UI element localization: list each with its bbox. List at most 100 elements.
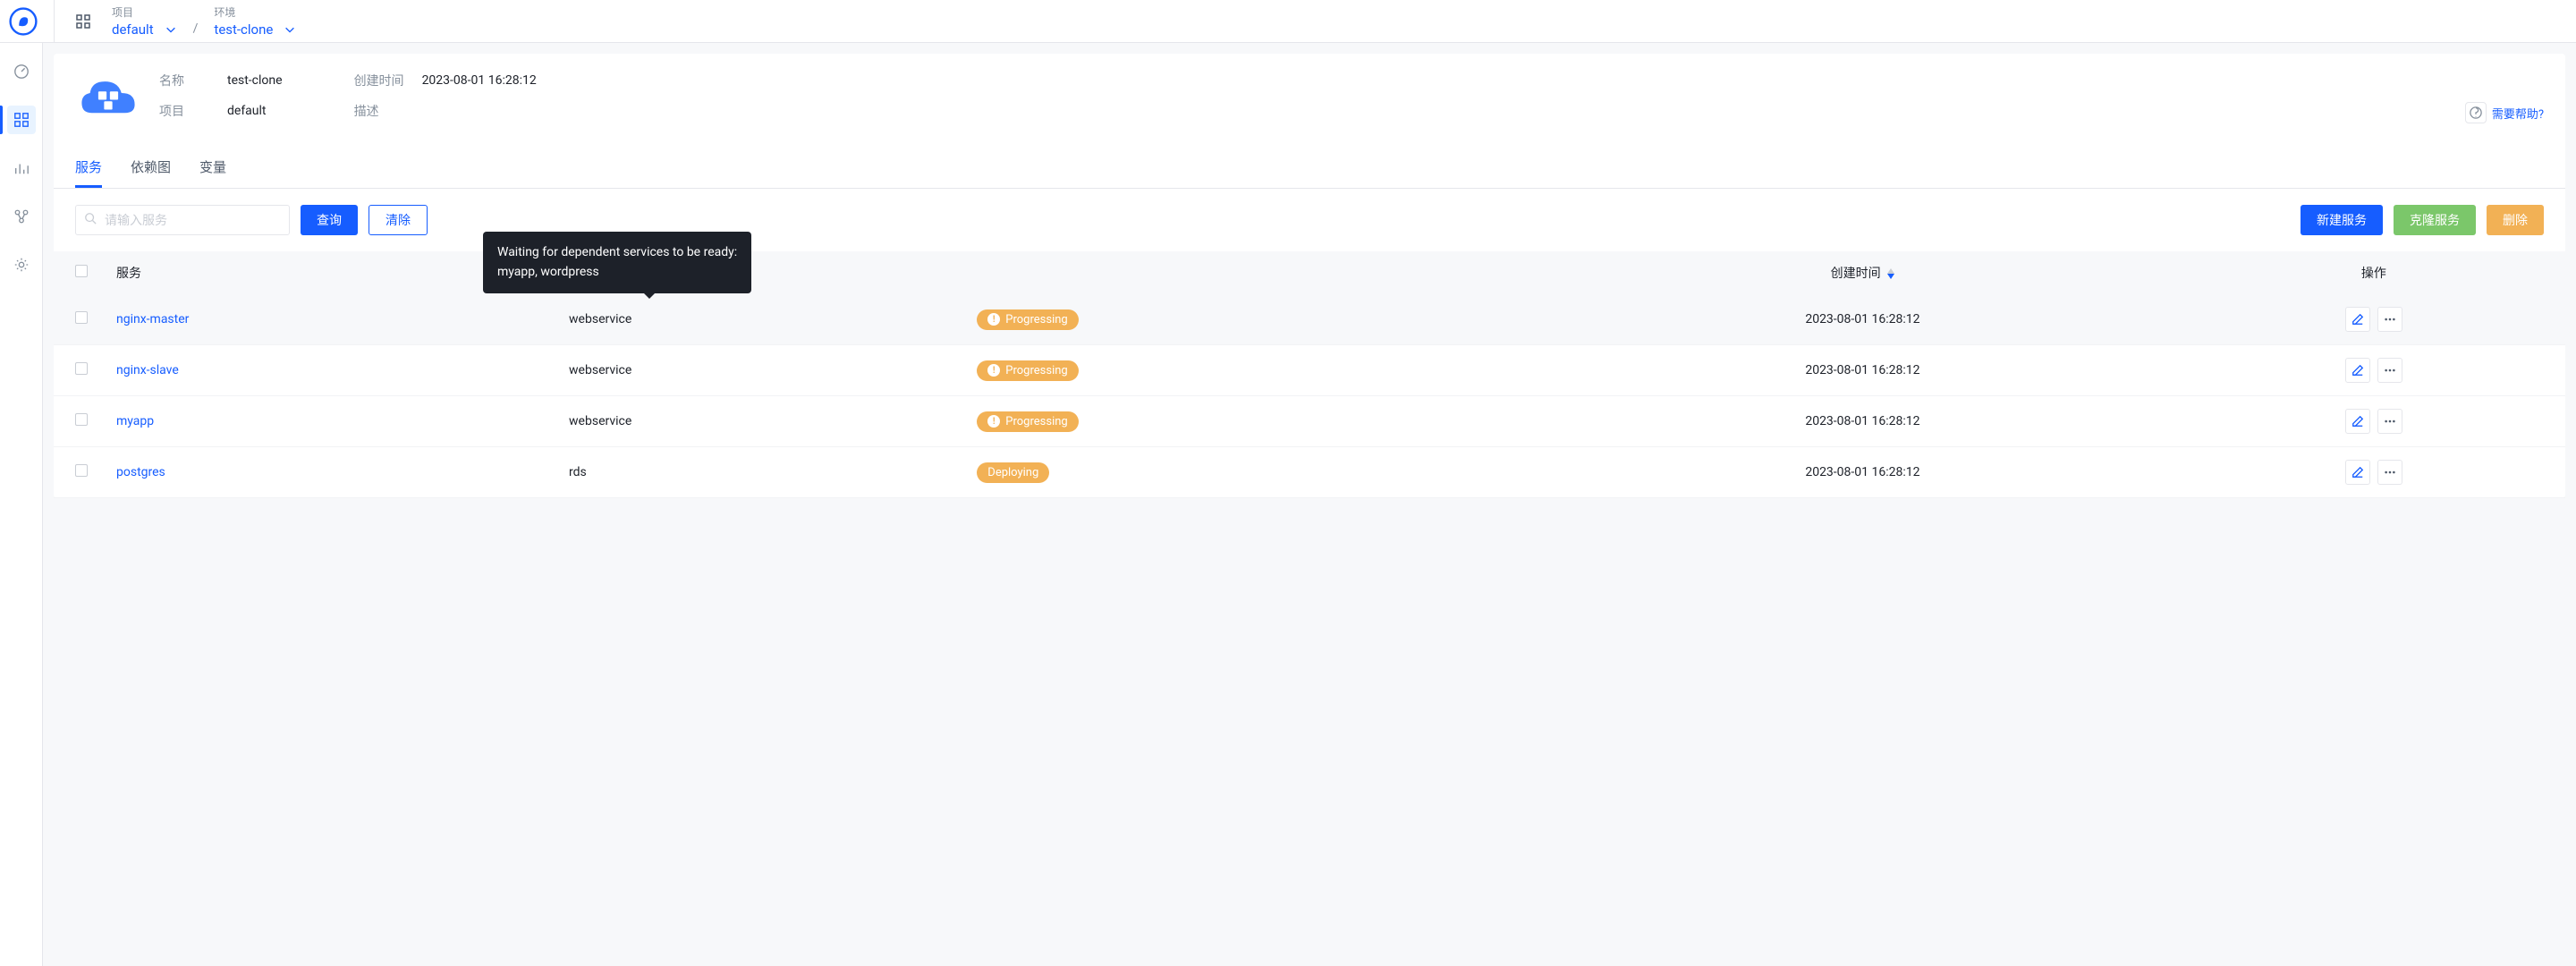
- new-service-button[interactable]: 新建服务: [2301, 205, 2383, 235]
- table-row: postgresrdsDeploying2023-08-01 16:28:12: [54, 447, 2565, 498]
- more-button[interactable]: [2377, 460, 2402, 485]
- td-template: webservice: [555, 294, 962, 345]
- more-button[interactable]: [2377, 409, 2402, 434]
- th-status: [962, 251, 1543, 294]
- select-all-checkbox[interactable]: [75, 265, 88, 277]
- edit-button[interactable]: [2345, 460, 2370, 485]
- sidebar: [0, 43, 43, 966]
- td-status: !Progressing: [962, 294, 1543, 345]
- table-row: nginx-masterwebservice!Progressing2023-0…: [54, 294, 2565, 345]
- status-text: Progressing: [1005, 364, 1067, 377]
- edit-button[interactable]: [2345, 307, 2370, 332]
- more-button[interactable]: [2377, 307, 2402, 332]
- env-name-label: 名称: [159, 72, 209, 89]
- row-checkbox[interactable]: [75, 413, 88, 426]
- clear-button[interactable]: 清除: [369, 205, 428, 235]
- query-button[interactable]: 查询: [301, 205, 358, 235]
- table-row: nginx-slave webservice!Progressing2023-08…: [54, 345, 2565, 396]
- edit-button[interactable]: [2345, 358, 2370, 383]
- td-service: myapp: [102, 396, 555, 447]
- env-header: 名称 test-clone 项目 default 创建时间 2023-08-01…: [54, 54, 2565, 141]
- edit-button[interactable]: [2345, 409, 2370, 434]
- env-project-row: 项目 default: [159, 102, 283, 120]
- row-actions: [2197, 307, 2551, 332]
- breadcrumb-project-value: default: [112, 21, 154, 38]
- env-desc-row: 描述: [354, 102, 537, 120]
- td-checkbox: [54, 396, 102, 447]
- td-checkbox: [54, 294, 102, 345]
- table-wrap: Waiting for dependent services to be rea…: [54, 251, 2565, 498]
- tooltip-line1: Waiting for dependent services to be rea…: [497, 242, 737, 262]
- env-meta-col-left: 名称 test-clone 项目 default: [159, 72, 283, 123]
- td-actions: [2182, 447, 2565, 498]
- td-created: 2023-08-01 16:28:12: [1543, 345, 2182, 396]
- td-created: 2023-08-01 16:28:12: [1543, 396, 2182, 447]
- toolbar: 查询 清除 新建服务 克隆服务 删除: [54, 189, 2565, 251]
- env-created-label: 创建时间: [354, 72, 404, 89]
- row-checkbox[interactable]: [75, 464, 88, 477]
- breadcrumb-env-label: 环境: [214, 4, 296, 20]
- row-actions: [2197, 460, 2551, 485]
- status-dot-icon: !: [987, 415, 1000, 428]
- chevron-down-icon: [165, 23, 177, 36]
- env-created-row: 创建时间 2023-08-01 16:28:12: [354, 72, 537, 89]
- logo[interactable]: [7, 5, 39, 38]
- env-meta: 名称 test-clone 项目 default 创建时间 2023-08-01…: [159, 72, 2544, 123]
- sidebar-item-dashboard[interactable]: [7, 57, 36, 86]
- service-link[interactable]: myapp: [116, 414, 154, 428]
- more-button[interactable]: [2377, 358, 2402, 383]
- env-created-value: 2023-08-01 16:28:12: [422, 73, 537, 88]
- help-link[interactable]: 需要帮助?: [2465, 102, 2544, 123]
- status-text: Progressing: [1005, 415, 1067, 428]
- layout: 名称 test-clone 项目 default 创建时间 2023-08-01…: [0, 43, 2576, 966]
- td-service: nginx-slave: [102, 345, 555, 396]
- divider: [54, 0, 55, 43]
- top-bar: 项目 default / 环境 test-clone: [0, 0, 2576, 43]
- env-meta-col-right: 创建时间 2023-08-01 16:28:12 描述: [354, 72, 537, 123]
- sidebar-item-resources[interactable]: [7, 202, 36, 231]
- services-table: 服务 模板 创建时间 操作: [54, 251, 2565, 498]
- td-actions: [2182, 396, 2565, 447]
- td-actions: [2182, 294, 2565, 345]
- breadcrumb-env: 环境 test-clone: [214, 4, 296, 38]
- td-checkbox: [54, 447, 102, 498]
- th-created[interactable]: 创建时间: [1543, 251, 2182, 294]
- td-created: 2023-08-01 16:28:12: [1543, 447, 2182, 498]
- tooltip-line2: myapp, wordpress: [497, 262, 737, 282]
- td-checkbox: [54, 345, 102, 396]
- service-link[interactable]: nginx-master: [116, 312, 189, 326]
- sidebar-item-settings[interactable]: [7, 250, 36, 279]
- td-actions: [2182, 345, 2565, 396]
- td-template: webservice: [555, 396, 962, 447]
- env-desc-label: 描述: [354, 102, 404, 120]
- td-service: nginx-master: [102, 294, 555, 345]
- tab-vars[interactable]: 变量: [199, 148, 226, 188]
- apps-icon[interactable]: [69, 7, 97, 36]
- tab-graph[interactable]: 依赖图: [131, 148, 171, 188]
- tab-services[interactable]: 服务: [75, 148, 102, 188]
- search-input[interactable]: [75, 205, 290, 235]
- env-name-row: 名称 test-clone: [159, 72, 283, 89]
- card: 名称 test-clone 项目 default 创建时间 2023-08-01…: [54, 54, 2565, 498]
- status-badge: !Progressing: [977, 309, 1078, 330]
- td-status: !Progressing: [962, 345, 1543, 396]
- status-dot-icon: !: [987, 313, 1000, 326]
- row-checkbox[interactable]: [75, 311, 88, 324]
- clone-service-button[interactable]: 克隆服务: [2394, 205, 2476, 235]
- row-checkbox[interactable]: [75, 362, 88, 375]
- delete-button[interactable]: 删除: [2487, 205, 2544, 235]
- service-link[interactable]: nginx-slave: [116, 363, 179, 377]
- service-link[interactable]: postgres: [116, 465, 165, 479]
- sidebar-item-metrics[interactable]: [7, 154, 36, 182]
- sidebar-item-apps[interactable]: [7, 106, 36, 134]
- th-checkbox: [54, 251, 102, 294]
- status-tooltip: Waiting for dependent services to be rea…: [483, 232, 751, 293]
- td-service: postgres: [102, 447, 555, 498]
- env-icon: [75, 72, 141, 123]
- breadcrumb-env-value: test-clone: [214, 21, 273, 38]
- td-template: webservice: [555, 345, 962, 396]
- th-created-label: 创建时间: [1831, 267, 1881, 281]
- main-content: 名称 test-clone 项目 default 创建时间 2023-08-01…: [43, 43, 2576, 966]
- breadcrumb-project-select[interactable]: default: [112, 21, 177, 38]
- breadcrumb-env-select[interactable]: test-clone: [214, 21, 296, 38]
